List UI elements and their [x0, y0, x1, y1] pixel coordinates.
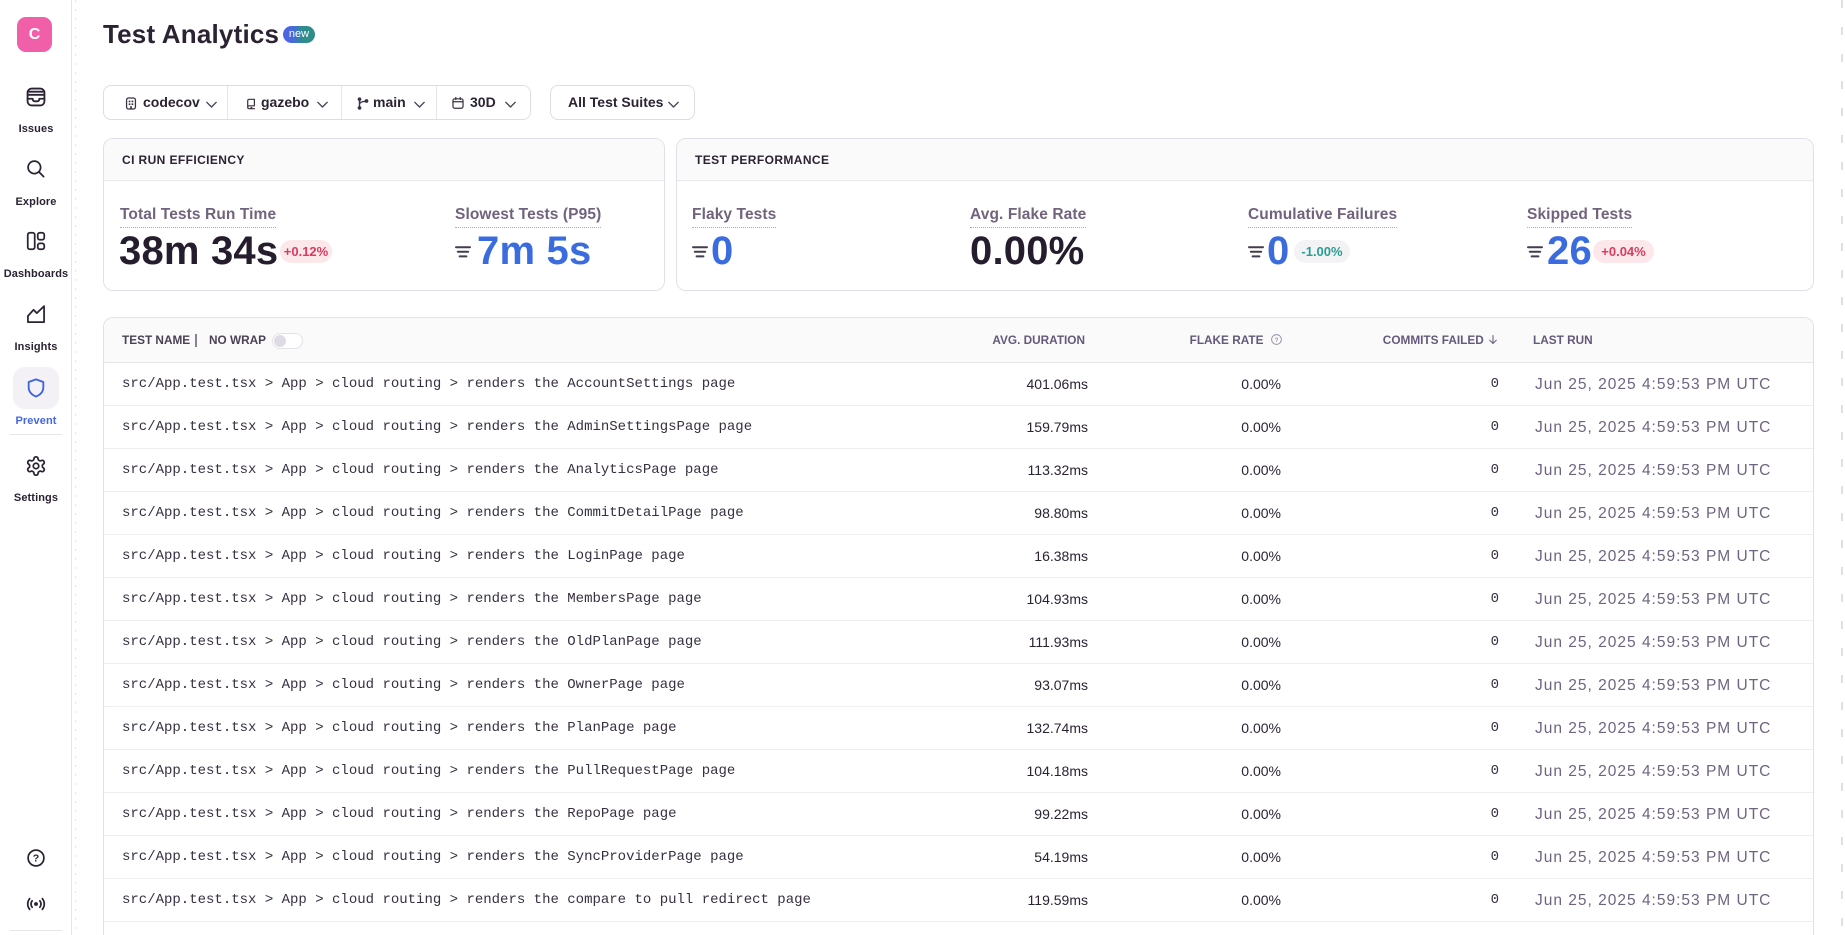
- svg-text:?: ?: [33, 853, 39, 865]
- svg-text:?: ?: [1275, 337, 1279, 344]
